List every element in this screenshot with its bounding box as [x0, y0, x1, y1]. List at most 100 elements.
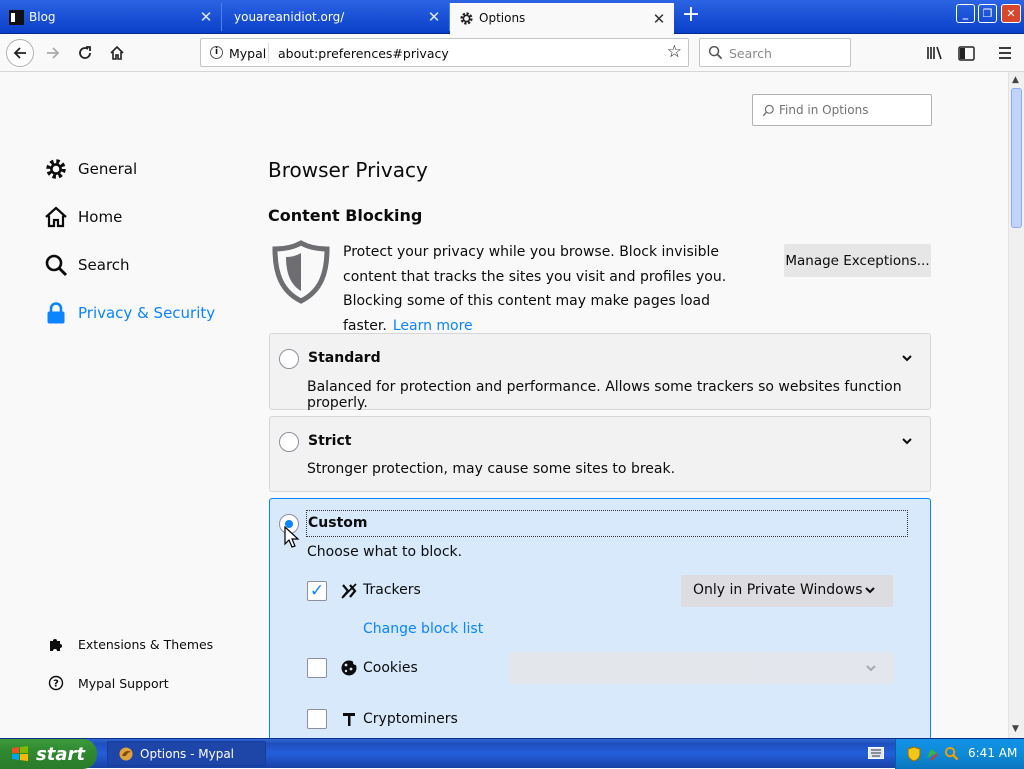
- trackers-select[interactable]: Only in Private Windows: [681, 575, 893, 607]
- trackers-checkbox[interactable]: ✓: [307, 581, 327, 601]
- close-tab-icon[interactable]: ✕: [650, 10, 668, 28]
- search-bar[interactable]: Search: [699, 38, 851, 67]
- cryptominers-label: Cryptominers: [363, 711, 458, 727]
- home-icon: [110, 45, 124, 60]
- chevron-down-icon[interactable]: [900, 434, 914, 448]
- category-label: General: [78, 160, 138, 178]
- trackers-icon: [341, 583, 357, 599]
- home-button[interactable]: [103, 39, 131, 67]
- tab-options[interactable]: Options ✕: [450, 3, 674, 34]
- cookie-icon: [341, 660, 358, 676]
- strict-option[interactable]: Strict Stronger protection, may cause so…: [269, 416, 931, 492]
- scroll-up-arrow-icon[interactable]: ▲: [1012, 75, 1019, 85]
- hamburger-menu-icon: [999, 47, 1011, 59]
- bookmark-star-icon[interactable]: ☆: [667, 43, 682, 62]
- url-text[interactable]: about:preferences#privacy: [278, 46, 449, 61]
- mypal-support-link[interactable]: ? Mypal Support: [48, 672, 169, 694]
- info-icon[interactable]: i: [210, 46, 223, 59]
- cookies-label: Cookies: [363, 660, 418, 676]
- start-button[interactable]: start: [0, 739, 97, 769]
- link-label: Mypal Support: [78, 675, 169, 691]
- manage-exceptions-button[interactable]: Manage Exceptions...: [784, 244, 931, 277]
- windows-taskbar: start Options - Mypal 6:41 AM: [0, 738, 1024, 769]
- close-window-button[interactable]: ✕: [1001, 4, 1021, 23]
- cookies-select[interactable]: [509, 652, 894, 684]
- standard-option[interactable]: Standard Balanced for protection and per…: [269, 333, 931, 411]
- arrow-right-icon: [47, 47, 60, 59]
- search-icon: [708, 45, 723, 60]
- tab-blog[interactable]: Blog ✕: [0, 3, 222, 31]
- forward-button[interactable]: [39, 39, 67, 67]
- chevron-down-icon[interactable]: [900, 351, 914, 365]
- strict-radio[interactable]: [279, 432, 299, 452]
- find-in-options-input[interactable]: Find in Options: [752, 94, 932, 126]
- search-icon: [762, 104, 774, 117]
- blog-favicon-icon: [9, 10, 24, 25]
- standard-radio[interactable]: [279, 349, 299, 369]
- mouse-cursor-icon: [284, 526, 300, 548]
- chevron-down-icon: [866, 665, 876, 672]
- reload-button[interactable]: [71, 39, 99, 67]
- library-button[interactable]: [921, 39, 949, 67]
- chevron-down-icon: [865, 587, 875, 594]
- category-label: Search: [78, 256, 130, 274]
- security-shield-icon[interactable]: [907, 746, 921, 762]
- learn-more-link[interactable]: Learn more: [393, 318, 473, 334]
- option-title: Standard: [308, 350, 381, 366]
- page-title: Browser Privacy: [268, 158, 428, 182]
- maximize-button[interactable]: ❐: [978, 4, 997, 23]
- clock: 6:41 AM: [968, 746, 1018, 760]
- taskbar-item-label: Options - Mypal: [140, 746, 235, 761]
- network-icon[interactable]: [925, 746, 939, 762]
- lock-icon: [44, 301, 68, 325]
- option-description: Choose what to block.: [307, 544, 463, 560]
- back-button[interactable]: [6, 39, 34, 67]
- trackers-select-value: Only in Private Windows: [693, 582, 863, 598]
- tab-label: Options: [479, 11, 526, 25]
- search-icon: [44, 253, 68, 277]
- custom-option[interactable]: Custom Choose what to block. ✓ Trackers …: [269, 498, 931, 738]
- option-title: Strict: [308, 433, 352, 449]
- category-general[interactable]: General: [44, 154, 137, 184]
- content-blocking-description: Protect your privacy while you browse. B…: [343, 240, 773, 338]
- scrollbar-thumb[interactable]: [1011, 88, 1022, 228]
- trackers-label: Trackers: [363, 582, 421, 598]
- cookies-checkbox[interactable]: [307, 658, 327, 678]
- option-description: Balanced for protection and performance.…: [307, 379, 902, 411]
- link-label: Extensions & Themes: [78, 636, 214, 652]
- close-tab-icon[interactable]: ✕: [197, 8, 215, 26]
- tab-youareanidiot[interactable]: youareanidiot.org/ ✕: [222, 3, 450, 31]
- url-bar[interactable]: i Mypal about:preferences#privacy ☆: [200, 38, 689, 67]
- category-search[interactable]: Search: [44, 250, 130, 280]
- category-privacy-security[interactable]: Privacy & Security: [44, 298, 215, 328]
- scroll-down-arrow-icon[interactable]: ▼: [1012, 724, 1019, 734]
- home-icon: [44, 205, 68, 229]
- menu-button[interactable]: [991, 39, 1019, 67]
- windows-flag-icon: [12, 746, 28, 761]
- search-placeholder: Search: [729, 46, 772, 61]
- keyboard-icon[interactable]: [868, 747, 884, 759]
- svg-text:?: ?: [53, 679, 59, 690]
- minimize-button[interactable]: _: [956, 4, 975, 23]
- category-label: Home: [78, 208, 123, 226]
- hammer-icon: [343, 713, 355, 726]
- taskbar-item-mypal[interactable]: Options - Mypal: [107, 741, 266, 766]
- search-tray-icon[interactable]: [944, 746, 959, 761]
- tab-label: Blog: [29, 10, 56, 24]
- option-description: Stronger protection, may cause some site…: [307, 461, 676, 477]
- start-label: start: [36, 743, 85, 765]
- vertical-scrollbar[interactable]: ▲ ▼: [1008, 72, 1024, 738]
- change-block-list-link[interactable]: Change block list: [363, 621, 483, 637]
- tab-strip: Blog ✕ youareanidiot.org/ ✕ Options ✕ + …: [0, 0, 1024, 34]
- library-icon: [927, 46, 942, 60]
- cryptominers-checkbox[interactable]: [307, 709, 327, 729]
- sidebar-button[interactable]: [952, 39, 980, 67]
- new-tab-button[interactable]: +: [678, 4, 704, 28]
- extensions-themes-link[interactable]: Extensions & Themes: [48, 633, 213, 655]
- sidebar-icon: [957, 45, 975, 61]
- mypal-app-icon: [119, 747, 133, 760]
- category-home[interactable]: Home: [44, 202, 122, 232]
- arrow-left-icon: [13, 47, 26, 59]
- find-placeholder: Find in Options: [779, 103, 869, 117]
- close-tab-icon[interactable]: ✕: [425, 8, 443, 26]
